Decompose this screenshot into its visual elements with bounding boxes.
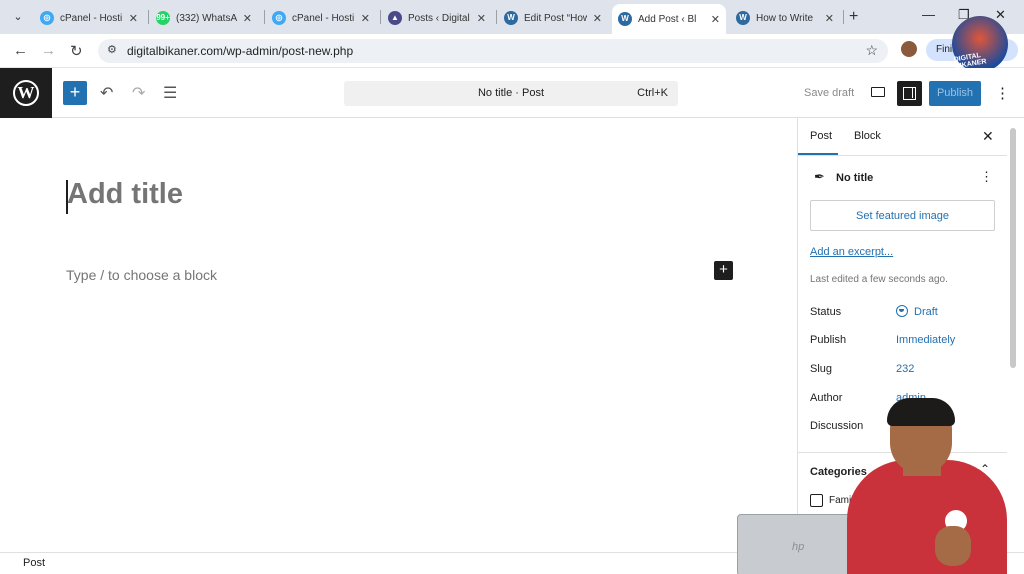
post-summary-title: No title <box>836 172 874 184</box>
tab-post[interactable]: Post <box>810 130 832 142</box>
sidebar-icon <box>903 87 916 100</box>
slug-label: Slug <box>810 363 833 375</box>
publish-button[interactable]: Publish <box>929 81 981 106</box>
wordpress-icon: W <box>618 12 632 26</box>
post-actions-more-icon[interactable]: ⋮ <box>980 169 993 185</box>
tab-close-icon[interactable]: ✕ <box>129 12 138 25</box>
browser-tab[interactable]: W How to Write ✕ <box>730 5 840 31</box>
presenter-webcam-overlay: hp <box>735 398 1024 574</box>
set-featured-image-button[interactable]: Set featured image <box>810 200 995 231</box>
rocket-icon: ▲ <box>388 11 402 25</box>
tab-close-icon[interactable]: ✕ <box>243 12 252 25</box>
status-label: Status <box>810 306 842 318</box>
tab-separator <box>148 10 149 24</box>
slug-value-button[interactable]: 232 <box>896 363 914 375</box>
tab-separator <box>264 10 265 24</box>
active-tab-indicator <box>798 153 838 155</box>
address-bar[interactable]: ⚙ digitalbikaner.com/wp-admin/post-new.p… <box>98 39 888 63</box>
block-appender[interactable]: Type / to choose a block <box>66 267 217 283</box>
post-pen-icon: ✒ <box>814 169 825 184</box>
add-excerpt-link[interactable]: Add an excerpt... <box>810 246 893 258</box>
whatsapp-icon: 99+ <box>156 11 170 25</box>
profile-avatar[interactable] <box>901 41 917 57</box>
reload-icon[interactable]: ↻ <box>70 42 83 60</box>
editor-canvas: Add title Type / to choose a block + <box>0 118 797 552</box>
laptop-logo-icon: hp <box>792 541 805 553</box>
add-block-plus-icon[interactable]: + <box>714 261 733 280</box>
back-arrow-icon[interactable]: ← <box>13 42 28 59</box>
tab-close-icon[interactable]: ✕ <box>593 12 602 25</box>
wordpress-icon: W <box>736 11 750 25</box>
options-more-icon[interactable]: ⋮ <box>995 84 1010 102</box>
forward-arrow-icon[interactable]: → <box>41 42 56 59</box>
post-title-input[interactable]: Add title <box>67 178 183 211</box>
bookmark-star-icon[interactable]: ☆ <box>865 42 878 59</box>
status-value-button[interactable]: Draft <box>914 306 938 318</box>
undo-icon[interactable]: ↶ <box>100 83 113 103</box>
browser-tab[interactable]: ◎ cPanel - Hosti ✕ <box>266 5 376 31</box>
view-desktop-icon[interactable] <box>871 87 885 97</box>
last-edited-text: Last edited a few seconds ago. <box>810 274 948 285</box>
wordpress-icon: W <box>13 80 39 106</box>
redo-icon[interactable]: ↷ <box>132 83 145 103</box>
address-url: digitalbikaner.com/wp-admin/post-new.php <box>127 44 354 58</box>
wordpress-logo-button[interactable]: W <box>0 68 52 118</box>
tab-close-icon[interactable]: ✕ <box>477 12 486 25</box>
presenter-hand <box>935 526 971 566</box>
command-palette-bar[interactable]: No title · Post Ctrl+K <box>344 81 678 106</box>
document-overview-icon[interactable]: ☰ <box>163 83 177 103</box>
tab-close-icon[interactable]: ✕ <box>361 12 370 25</box>
browser-tab-active[interactable]: W Add Post ‹ Bl ✕ <box>612 4 726 34</box>
tab-block[interactable]: Block <box>854 130 881 142</box>
browser-tab[interactable]: ▲ Posts ‹ Digital ✕ <box>382 5 492 31</box>
tab-close-icon[interactable]: ✕ <box>711 13 720 26</box>
block-breadcrumb[interactable]: Post <box>23 557 45 569</box>
browser-tab[interactable]: W Edit Post “How ✕ <box>498 5 608 31</box>
publish-date-button[interactable]: Immediately <box>896 334 955 346</box>
wordpress-icon: W <box>504 11 518 25</box>
browser-tab[interactable]: ◎ cPanel - Hosti ✕ <box>34 5 144 31</box>
browser-tab[interactable]: 99+ (332) WhatsA ✕ <box>150 5 258 31</box>
close-sidebar-icon[interactable]: ✕ <box>982 128 994 145</box>
save-draft-button[interactable]: Save draft <box>804 87 854 99</box>
tab-search-chevron-icon[interactable]: ⌄ <box>8 7 28 27</box>
tab-separator <box>380 10 381 24</box>
browser-toolbar: ← → ↻ ⚙ digitalbikaner.com/wp-admin/post… <box>0 34 1024 68</box>
settings-sidebar-toggle[interactable] <box>897 81 922 106</box>
minimize-icon[interactable]: — <box>922 7 935 22</box>
cpanel-icon: ◎ <box>272 11 286 25</box>
tab-separator <box>496 10 497 24</box>
draft-status-icon <box>896 305 908 317</box>
tab-close-icon[interactable]: ✕ <box>825 12 834 25</box>
sidebar-tabs: Post Block ✕ <box>798 118 1007 156</box>
site-info-icon[interactable]: ⚙ <box>107 43 117 56</box>
sidebar-scrollbar[interactable] <box>1010 128 1016 368</box>
cpanel-icon: ◎ <box>40 11 54 25</box>
editor-header: W + ↶ ↷ ☰ No title · Post Ctrl+K Save dr… <box>0 68 1024 118</box>
tab-separator <box>843 10 844 24</box>
browser-tab-bar: ⌄ ◎ cPanel - Hosti ✕ 99+ (332) WhatsA ✕ … <box>0 0 1024 34</box>
new-tab-plus-icon[interactable]: + <box>849 8 858 26</box>
channel-logo: DIGITAL BIKANER <box>952 16 1008 72</box>
block-inserter-button[interactable]: + <box>63 81 87 105</box>
laptop-image: hp <box>737 514 861 574</box>
presenter-hair <box>887 398 955 426</box>
publish-label: Publish <box>810 334 847 346</box>
presenter-shirt <box>847 460 1007 574</box>
